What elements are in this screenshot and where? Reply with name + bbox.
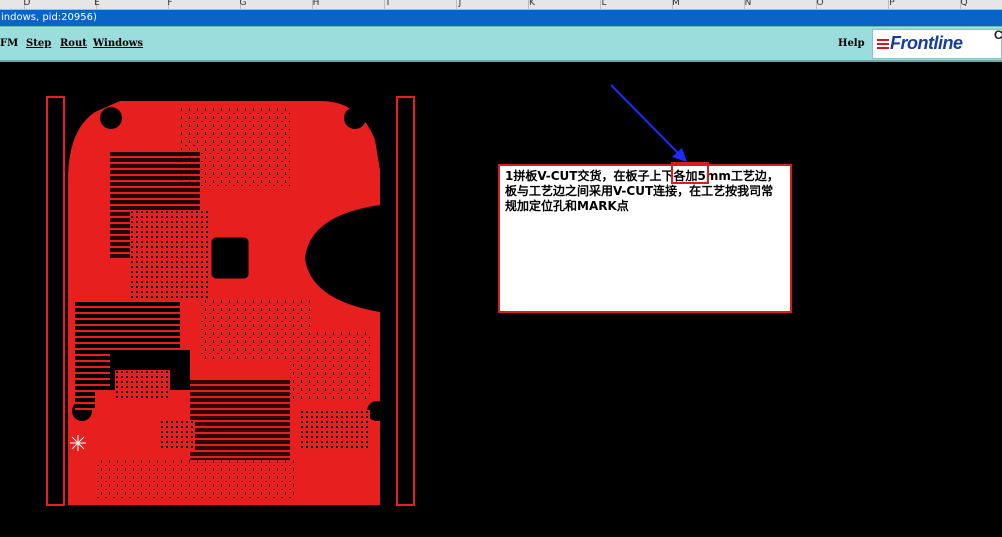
chip-pad — [208, 234, 252, 282]
mount-hole — [344, 107, 366, 129]
trace-region — [290, 330, 370, 400]
bga-region — [130, 210, 210, 300]
column-label: O — [816, 0, 824, 8]
column-label: J — [458, 0, 462, 8]
menu-rout[interactable]: Rout — [60, 38, 87, 49]
column-label: D — [23, 0, 31, 8]
logo-corner-text: C — [994, 28, 1002, 42]
column-label: P — [889, 0, 895, 8]
trace-region — [95, 460, 295, 500]
component-area — [115, 370, 170, 400]
menu-fm[interactable]: FM — [0, 38, 18, 49]
note-text: 1拼板V-CUT交货，在板子上下各加5mm工艺边，板与工艺边之间采用V-CUT连… — [505, 169, 779, 213]
menu-bar: FM Step Rout Windows Help — [0, 26, 1002, 62]
column-label: L — [601, 0, 607, 8]
spreadsheet-column-header: D E F G H I J K L M N O P Q — [0, 0, 1002, 10]
menu-label: FM — [0, 38, 19, 49]
highlight-text: 上下 — [676, 166, 700, 183]
window-title: indows, pid:20956) — [1, 12, 97, 23]
logo-mark-icon — [877, 39, 889, 51]
logo-text: Frontline — [890, 33, 963, 53]
menu-label: Rout — [60, 38, 87, 49]
component-area — [160, 420, 195, 450]
window-title-bar[interactable]: indows, pid:20956) — [0, 10, 1002, 26]
highlight-box: 上下 — [671, 162, 709, 184]
column-label: E — [94, 0, 100, 8]
menu-help[interactable]: Help — [838, 38, 865, 49]
menu-windows[interactable]: Windows — [93, 38, 143, 49]
column-label: N — [744, 0, 752, 8]
column-label: H — [312, 0, 320, 8]
column-label: G — [239, 0, 247, 8]
left-process-edge — [46, 96, 65, 506]
column-label: Q — [960, 0, 968, 8]
column-label: M — [672, 0, 680, 8]
mount-hole — [100, 107, 122, 129]
column-label: F — [167, 0, 173, 8]
fiducial-icon — [70, 435, 86, 451]
trace-region — [75, 300, 95, 410]
menu-label: Windows — [93, 38, 144, 49]
trace-region — [190, 380, 290, 460]
annotation-arrow-icon — [610, 84, 687, 162]
menu-label: Step — [26, 38, 52, 49]
menu-label: Help — [838, 38, 865, 49]
column-label: I — [386, 0, 390, 8]
component-area — [300, 410, 370, 450]
annotation-note: 1拼板V-CUT交货，在板子上下各加5mm工艺边，板与工艺边之间采用V-CUT连… — [498, 164, 792, 313]
right-process-edge — [396, 96, 415, 506]
column-label: K — [529, 0, 535, 8]
menu-step[interactable]: Step — [26, 38, 51, 49]
frontline-logo: Frontline C — [872, 28, 1002, 59]
